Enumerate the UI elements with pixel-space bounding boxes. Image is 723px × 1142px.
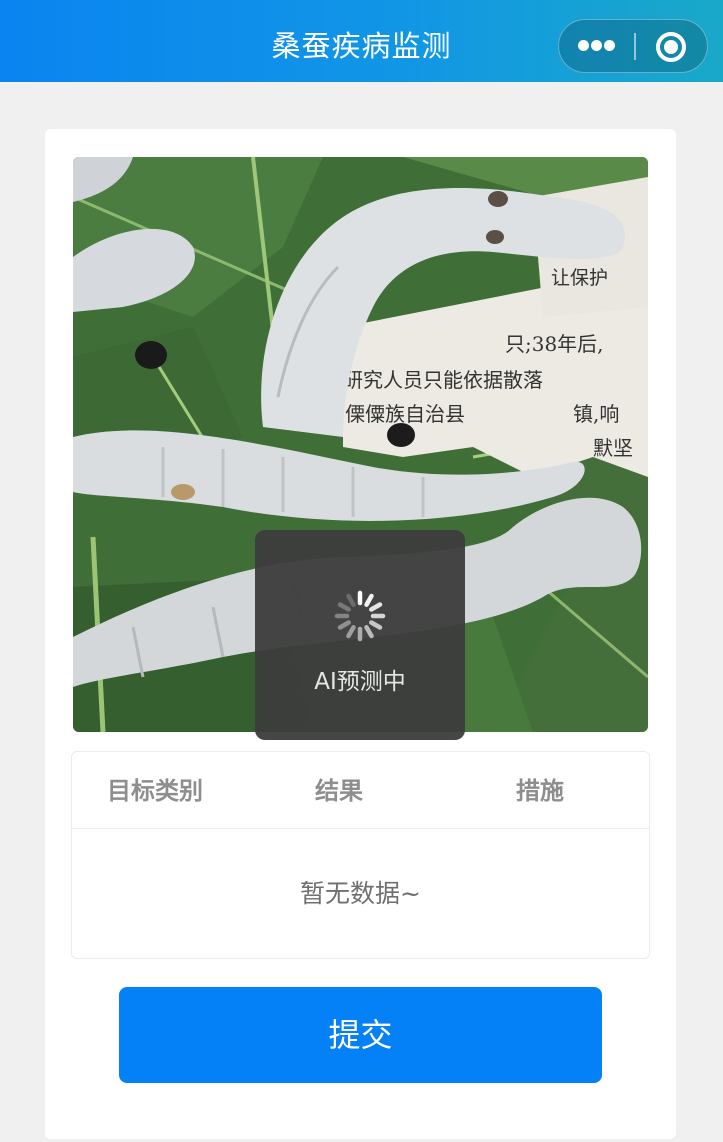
more-dots-icon[interactable] <box>559 20 634 72</box>
newspaper-text-6: 默坚 <box>593 436 633 460</box>
loading-toast: AI预测中 <box>255 530 465 740</box>
column-header-result: 结果 <box>315 777 363 805</box>
column-header-category: 目标类别 <box>107 777 203 805</box>
submit-button[interactable]: 提交 <box>119 987 602 1083</box>
table-header: 目标类别 结果 措施 <box>72 752 649 829</box>
loading-spinner-icon <box>334 590 386 642</box>
newspaper-text-1: 让保护 <box>551 267 608 289</box>
newspaper-text-2: 只;38年后, <box>505 332 604 356</box>
result-table: 目标类别 结果 措施 暂无数据~ <box>71 751 650 959</box>
newspaper-text-5: 镇,响 <box>573 402 619 426</box>
loading-text: AI预测中 <box>314 669 406 695</box>
menu-capsule <box>558 19 708 73</box>
navigation-bar: 桑蚕疾病监测 <box>0 0 723 82</box>
newspaper-text-4: 傈僳族自治县 <box>345 402 465 426</box>
column-header-measures: 措施 <box>516 777 564 805</box>
empty-state-text: 暂无数据~ <box>300 879 421 908</box>
newspaper-text-3: 研究人员只能依据散落 <box>343 368 543 392</box>
main-card: 让保护 只;38年后, 研究人员只能依据散落 傈僳族自治县 镇,响 默坚 AI预… <box>45 129 676 1139</box>
capsule-close-icon[interactable] <box>636 20 708 72</box>
